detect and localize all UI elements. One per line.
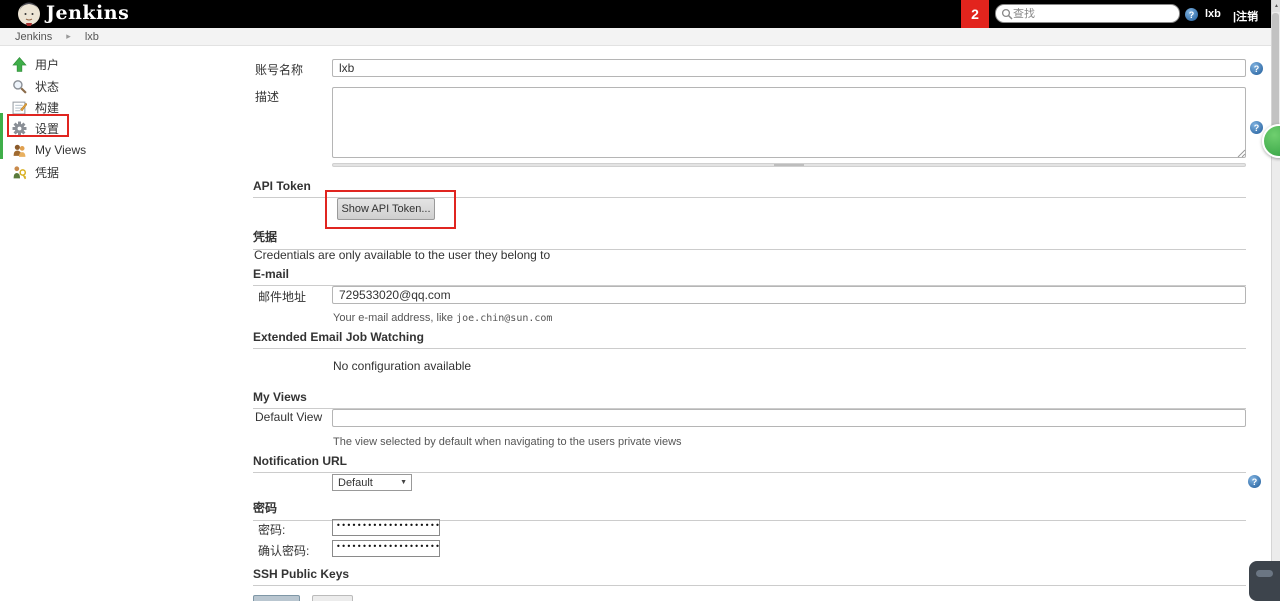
sidebar-item-my-views[interactable]: My Views [12,141,86,159]
fullname-label: 账号名称 [255,63,304,77]
jenkins-user-config-page: Jenkins 2 ? lxb |注销 Jenkins ▸ lxb 用户 状态 [0,0,1280,601]
search-help-icon[interactable]: ? [1185,8,1198,21]
email-help-text: Your e-mail address, like joe.chin@sun.c… [333,312,552,324]
green-edge-tab [0,113,3,159]
description-help-icon[interactable]: ? [1250,121,1263,134]
sidebar-item-credentials[interactable]: 凭据 [12,163,59,181]
section-my-views: My Views [253,390,1246,409]
default-view-label: Default View [255,410,323,424]
sidebar-item-label: 用户 [35,57,60,72]
default-view-input[interactable] [332,409,1246,427]
sidebar-item-label: 构建 [35,100,60,115]
confirm-password-label: 确认密码: [258,544,310,558]
annotation-rect-api-token [325,190,456,229]
save-button-partial[interactable] [253,595,300,601]
arrow-up-icon [12,56,27,72]
email-label: 邮件地址 [258,290,307,304]
logout-link[interactable]: |注销 [1233,8,1258,24]
sidebar-item-status[interactable]: 状态 [12,77,59,95]
search-icon [13,79,27,94]
fullname-input[interactable] [332,59,1246,77]
notification-url-select[interactable]: Default ▼ [332,474,412,491]
fullname-help-icon[interactable]: ? [1250,62,1263,75]
scrollbar-up-arrow-icon[interactable]: ▲ [1272,0,1280,12]
credentials-note: Credentials are only available to the us… [254,248,551,262]
apply-button-partial[interactable] [312,595,353,601]
sidebar-item-label: 凭据 [35,165,60,180]
breadcrumb-jenkins[interactable]: Jenkins [15,31,52,43]
header-username-link[interactable]: lxb [1205,8,1221,20]
notification-url-selected: Default [338,476,373,489]
password-input[interactable]: •••••••••••••••••••••••••••••••••• [332,519,440,536]
section-password: 密码 [253,499,1246,521]
annotation-step-badge: 2 [961,0,989,28]
annotation-rect-configure [7,114,69,137]
breadcrumb-user[interactable]: lxb [85,31,99,43]
breadcrumb: Jenkins ▸ lxb [0,28,1271,46]
sidebar-item-people[interactable]: 用户 [12,55,59,73]
section-notification-url: Notification URL [253,454,1246,473]
email-input[interactable] [332,286,1246,304]
screen-tool-pill-icon [1256,570,1273,577]
build-history-icon [12,101,27,114]
textarea-drag-bar[interactable] [332,163,1246,167]
description-label: 描述 [255,90,280,104]
search-input[interactable] [1013,7,1163,20]
app-title[interactable]: Jenkins [46,2,129,24]
textarea-resize-handle-icon[interactable] [1236,148,1246,158]
jenkins-logo-icon[interactable] [17,2,41,26]
credentials-icon [13,165,27,179]
notification-url-help-icon[interactable]: ? [1248,475,1261,488]
email-help-prefix: Your e-mail address, like [333,312,457,324]
confirm-password-input[interactable]: •••••••••••••••••••••••••••••••••• [332,540,440,557]
search-icon [1001,8,1013,20]
section-extended-email: Extended Email Job Watching [253,330,1246,349]
description-textarea[interactable] [332,87,1246,158]
password-label: 密码: [258,523,286,537]
extended-email-note: No configuration available [333,359,472,373]
header-bar: Jenkins 2 ? lxb |注销 [0,0,1271,28]
chevron-down-icon: ▼ [400,479,407,486]
email-help-example: joe.chin@sun.com [456,313,553,324]
screen-tool-widget[interactable] [1249,561,1280,601]
sidebar-item-label: 状态 [35,79,60,94]
search-box[interactable] [995,4,1180,23]
sidebar-item-label: My Views [35,143,87,157]
section-email: E-mail [253,267,1246,286]
green-circle-widget[interactable] [1262,124,1280,158]
people-icon [13,144,26,157]
breadcrumb-separator-icon: ▸ [66,31,71,41]
drag-grip[interactable] [774,164,804,166]
section-ssh-public-keys: SSH Public Keys [253,567,1246,586]
default-view-help-text: The view selected by default when naviga… [333,436,682,448]
section-credentials: 凭据 [253,228,1246,250]
